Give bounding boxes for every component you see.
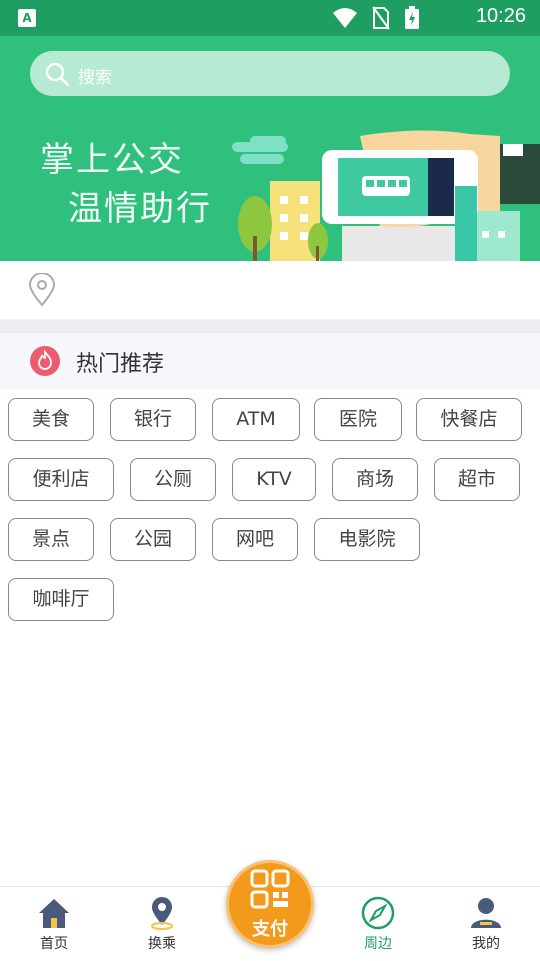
home-icon — [39, 899, 69, 928]
hot-section-title: 热门推荐 — [76, 352, 165, 377]
tag-atm[interactable]: ATM — [212, 398, 300, 441]
tag-bianlidian[interactable]: 便利店 — [8, 458, 114, 501]
tag-yinhang[interactable]: 银行 — [110, 398, 196, 441]
status-bar: A 10:26 — [0, 0, 540, 36]
nav-nearby-label: 周边 — [364, 936, 392, 952]
nav-mine-label: 我的 — [472, 936, 500, 952]
battery-icon — [405, 6, 419, 29]
hot-section-header: 热门推荐 — [0, 333, 540, 389]
location-row[interactable] — [0, 261, 540, 319]
status-icons — [332, 6, 420, 30]
tag-kafeiting[interactable]: 咖啡厅 — [8, 578, 114, 621]
tag-meishi[interactable]: 美食 — [8, 398, 94, 441]
app-notification-icon: A — [18, 9, 36, 27]
banner-illustration — [232, 130, 540, 261]
clock: 10:26 — [475, 5, 526, 27]
pay-button[interactable]: 支付 — [226, 860, 314, 948]
tag-jingdian[interactable]: 景点 — [8, 518, 94, 561]
tag-kuaicandian[interactable]: 快餐店 — [416, 398, 522, 441]
tag-chaoshi[interactable]: 超市 — [434, 458, 520, 501]
nav-mine[interactable]: 我的 — [432, 887, 540, 961]
tag-ktv[interactable]: KTV — [232, 458, 316, 501]
tag-shangchang[interactable]: 商场 — [332, 458, 418, 501]
tag-gongce[interactable]: 公厕 — [130, 458, 216, 501]
compass-icon — [361, 896, 395, 930]
tag-dianyingyuan[interactable]: 电影院 — [314, 518, 420, 561]
section-divider — [0, 319, 540, 333]
nav-transfer[interactable]: 换乘 — [108, 887, 216, 961]
nav-nearby[interactable]: 周边 — [324, 887, 432, 961]
hero-banner: 搜索 掌上公交 温情助行 — [0, 36, 540, 261]
transfer-icon — [151, 897, 173, 930]
pay-label: 支付 — [252, 919, 288, 940]
tag-gongyuan[interactable]: 公园 — [110, 518, 196, 561]
location-pin-icon — [28, 273, 56, 307]
nav-home[interactable]: 首页 — [0, 887, 108, 961]
qr-code-icon — [250, 869, 290, 909]
nav-home-label: 首页 — [40, 936, 68, 952]
nav-transfer-label: 换乘 — [148, 936, 176, 952]
wifi-icon — [333, 8, 357, 28]
tag-yiyuan[interactable]: 医院 — [314, 398, 402, 441]
no-sim-icon — [372, 6, 390, 30]
user-icon — [471, 898, 501, 928]
tag-wangba[interactable]: 网吧 — [212, 518, 298, 561]
fire-icon — [30, 346, 60, 376]
